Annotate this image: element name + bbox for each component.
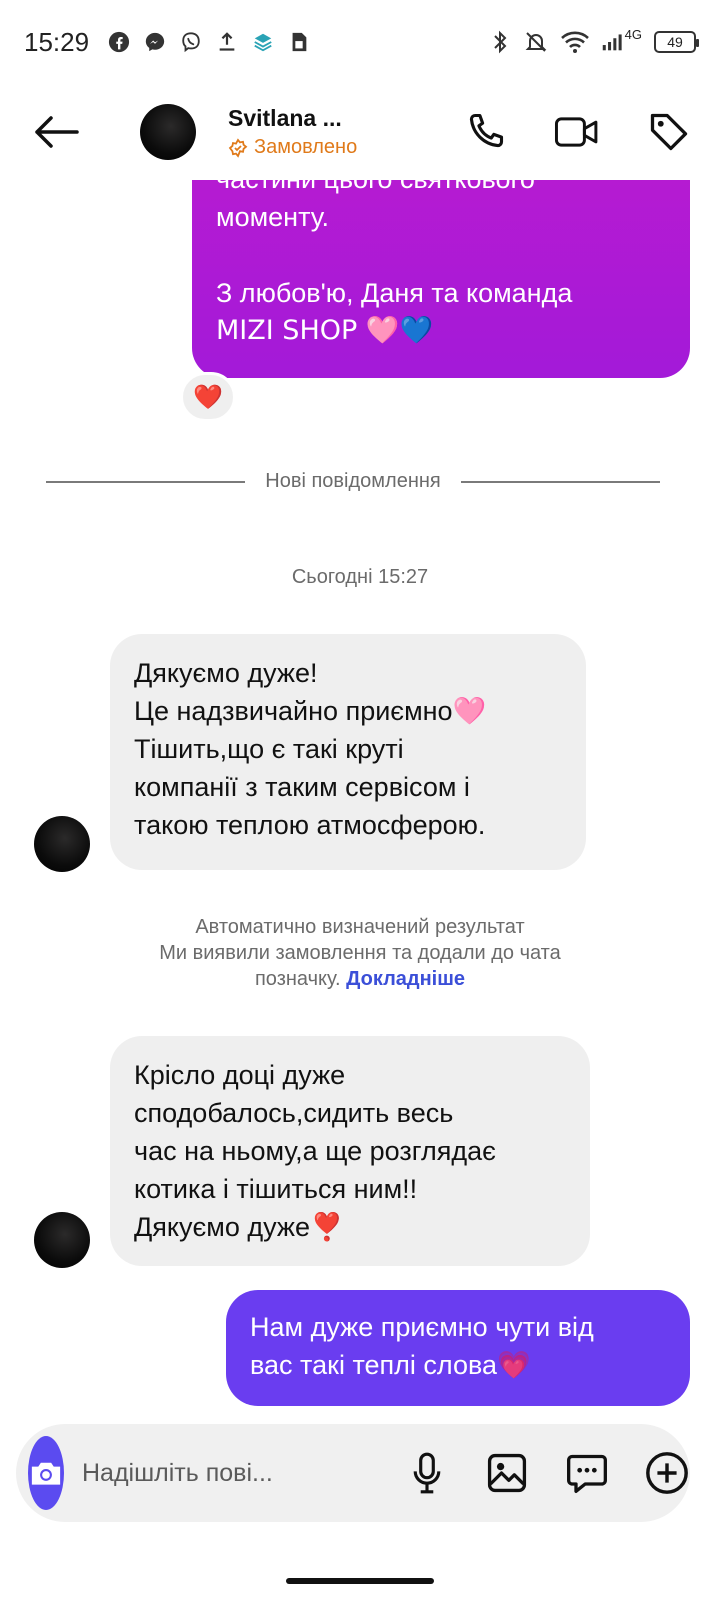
message-text-line: моменту. <box>216 202 330 232</box>
status-bar: 15:29 4G 49 <box>0 0 720 84</box>
message-timestamp: Сьогодні 15:27 <box>291 566 429 588</box>
signal-icon: 4G <box>602 26 642 54</box>
back-button[interactable] <box>8 84 104 180</box>
camera-button[interactable] <box>28 1436 64 1510</box>
message-text-line: Крісло доці дуже <box>134 1060 346 1090</box>
divider-line <box>460 480 660 483</box>
message-composer <box>16 1424 690 1522</box>
order-badge-icon <box>228 137 248 158</box>
network-type-label: 4G <box>624 26 642 42</box>
divider-label: Нові повідомлення <box>265 470 441 492</box>
message-text-line: вас такі теплі слова💗 <box>250 1350 531 1380</box>
more-options-button[interactable] <box>644 1450 690 1496</box>
message-text-line: сподобалось,сидить весь <box>134 1098 454 1128</box>
sticker-button[interactable] <box>564 1450 610 1496</box>
phone-icon <box>469 113 504 148</box>
facebook-icon <box>107 30 131 54</box>
plus-circle-icon <box>646 1452 688 1494</box>
system-note-title: Автоматично визначений результат <box>195 916 525 938</box>
arrow-left-icon <box>35 116 79 148</box>
system-note-text: позначку. <box>254 968 341 990</box>
message-text-line: час на ньому,а ще розглядає <box>134 1136 496 1166</box>
contact-info[interactable]: Svitlana ... Замовлено <box>228 105 357 159</box>
message-text-line: MIZI SHOP 🩷💙 <box>216 315 434 346</box>
message-text-line: Дякуємо дуже❣️ <box>134 1212 344 1242</box>
home-indicator[interactable] <box>286 1578 434 1584</box>
system-note-text: Ми виявили замовлення та додали до чата <box>159 942 561 964</box>
voice-message-button[interactable] <box>404 1450 450 1496</box>
mute-bell-icon <box>524 30 548 54</box>
layers-app-icon <box>251 30 275 54</box>
tag-button[interactable] <box>646 109 692 155</box>
chat-header: Svitlana ... Замовлено <box>0 84 720 180</box>
gallery-button[interactable] <box>484 1450 530 1496</box>
camera-icon <box>31 1462 61 1485</box>
system-note: Автоматично визначений результат Ми вияв… <box>70 914 650 992</box>
message-text-line: З любов'ю, Даня та команда <box>216 278 573 308</box>
call-button[interactable] <box>462 109 508 155</box>
message-text-line: Дякуємо дуже! <box>134 658 318 688</box>
message-text-line: котика і тішиться ним!! <box>134 1174 418 1204</box>
sim-card-icon <box>287 30 311 54</box>
message-text-line: Тішить,що є такі круті <box>134 734 404 764</box>
learn-more-link[interactable]: Докладніше <box>346 968 465 990</box>
video-call-button[interactable] <box>554 109 600 155</box>
divider-line <box>46 480 246 483</box>
contact-avatar[interactable] <box>34 1212 90 1268</box>
outgoing-message-bubble[interactable]: Нам дуже приємно чути від вас такі теплі… <box>226 1290 690 1406</box>
heart-reaction[interactable]: ❤️ <box>180 372 236 422</box>
message-text-line: компанії з таким сервісом і <box>134 772 470 802</box>
outgoing-message-bubble[interactable]: частини цього святкового моменту. З любо… <box>192 150 690 378</box>
message-text-line: Це надзвичайно приємно🩷 <box>134 696 487 726</box>
bluetooth-icon <box>488 30 512 54</box>
system-note-text-end: позначку. Докладніше <box>70 966 650 992</box>
message-text-line: Нам дуже приємно чути від <box>250 1312 594 1342</box>
contact-avatar[interactable] <box>34 816 90 872</box>
tag-icon <box>650 113 688 151</box>
viber-icon <box>179 30 203 54</box>
chat-bubble-icon <box>567 1454 607 1493</box>
incoming-message-bubble[interactable]: Дякуємо дуже! Це надзвичайно приємно🩷 Ті… <box>110 634 586 870</box>
wifi-icon <box>560 30 590 54</box>
message-input[interactable] <box>82 1443 404 1503</box>
order-status-label: Замовлено <box>254 136 358 158</box>
image-icon <box>487 1453 527 1493</box>
status-time: 15:29 <box>24 26 90 57</box>
contact-name: Svitlana ... <box>228 105 342 131</box>
message-text-line: такою теплою атмосферою. <box>134 810 486 840</box>
microphone-icon <box>413 1452 441 1494</box>
order-status: Замовлено <box>228 136 357 159</box>
contact-avatar[interactable] <box>140 104 196 160</box>
incoming-message-bubble[interactable]: Крісло доці дуже сподобалось,сидить весь… <box>110 1036 590 1266</box>
new-messages-divider: Нові повідомлення <box>46 470 660 493</box>
battery-indicator: 49 <box>654 31 699 53</box>
video-camera-icon <box>554 117 598 147</box>
chat-area: частини цього святкового моменту. З любо… <box>0 0 720 1600</box>
upload-icon <box>215 30 239 54</box>
messenger-icon <box>143 30 167 54</box>
